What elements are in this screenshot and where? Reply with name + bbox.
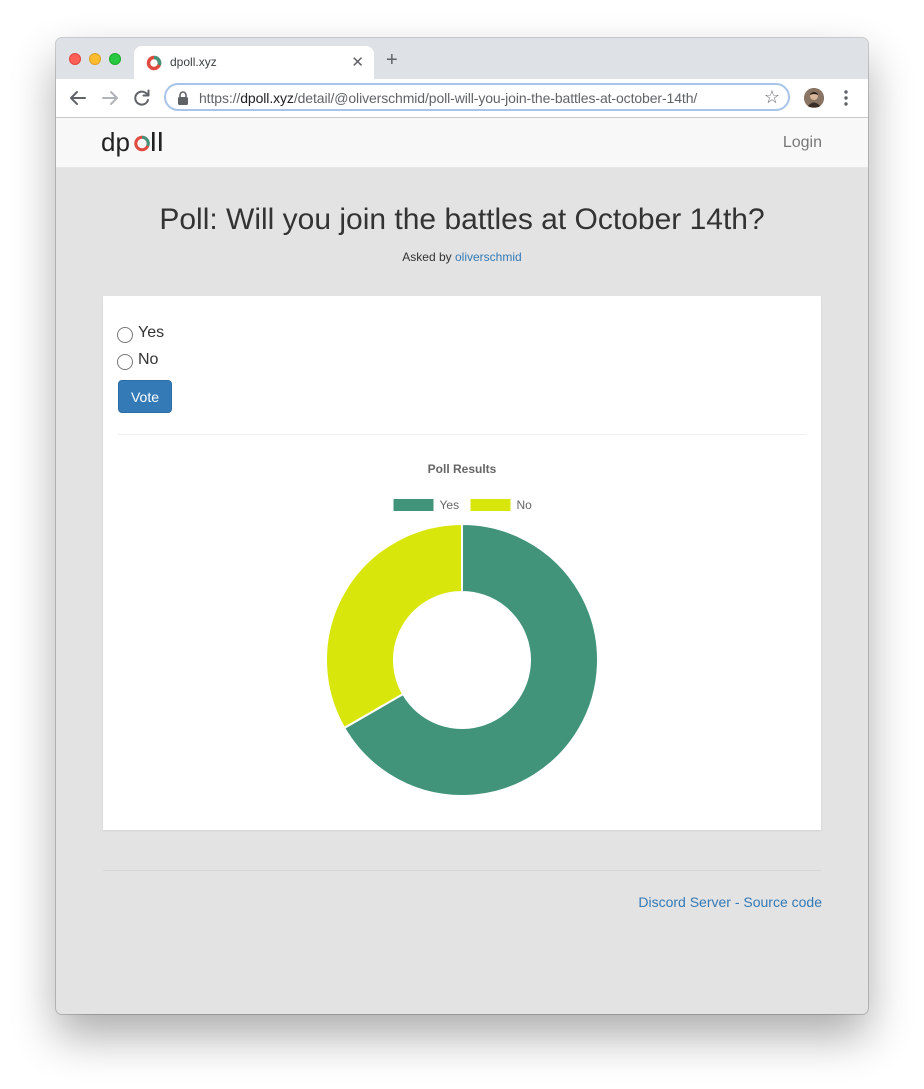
discord-server-link[interactable]: Discord Server xyxy=(638,894,731,910)
star-icon[interactable]: ☆ xyxy=(764,87,780,108)
source-code-link[interactable]: Source code xyxy=(743,894,822,910)
url-path: /detail/@oliverschmid/poll-will-you-join… xyxy=(293,90,698,106)
new-tab-button[interactable]: + xyxy=(386,50,398,70)
zoom-window-button[interactable] xyxy=(109,53,121,65)
legend-swatch-yes[interactable] xyxy=(393,499,434,511)
footer-divider xyxy=(103,870,821,871)
close-tab-icon[interactable]: ✕ xyxy=(351,53,364,71)
arrow-left-icon[interactable] xyxy=(67,87,89,109)
arrow-right-icon[interactable] xyxy=(99,87,121,109)
browser-window: dpoll.xyz ✕ + https://dpoll.xyz/detail/@… xyxy=(56,38,868,1014)
page-title: Poll: Will you join the battles at Octob… xyxy=(159,203,765,236)
poll-panel: Yes No Vote Poll Results Yes No xyxy=(103,296,821,830)
asked-by-line: Asked by oliverschmid xyxy=(56,250,868,264)
close-window-button[interactable] xyxy=(69,53,81,65)
avatar-icon xyxy=(804,88,824,108)
address-bar[interactable]: https://dpoll.xyz/detail/@oliverschmid/p… xyxy=(164,83,790,111)
asked-by-label: Asked by xyxy=(402,250,452,264)
legend-swatch-no[interactable] xyxy=(470,499,511,511)
kebab-menu-icon[interactable] xyxy=(840,88,852,108)
url-text: https://dpoll.xyz/detail/@oliverschmid/p… xyxy=(199,90,697,106)
browser-toolbar: https://dpoll.xyz/detail/@oliverschmid/p… xyxy=(56,79,868,118)
active-tab[interactable]: dpoll.xyz ✕ xyxy=(134,46,374,79)
slice-no[interactable] xyxy=(325,522,463,730)
dpoll-logo[interactable]: dp xyxy=(101,129,171,157)
footer-separator: - xyxy=(734,894,740,910)
chart-slices xyxy=(325,522,599,797)
url-host: dpoll.xyz xyxy=(240,90,294,106)
chart-legend: Yes No xyxy=(393,498,533,512)
poll-results-chart: Poll Results Yes No xyxy=(325,462,599,797)
legend-label-no: No xyxy=(517,498,533,512)
login-link[interactable]: Login xyxy=(783,134,822,152)
logo-ring-accent xyxy=(141,135,150,147)
option-yes-radio[interactable] xyxy=(117,327,133,343)
panel-divider xyxy=(118,434,806,435)
tab-title: dpoll.xyz xyxy=(170,55,217,69)
lock-icon xyxy=(178,91,188,105)
option-yes-label: Yes xyxy=(138,324,165,341)
reload-icon[interactable] xyxy=(131,87,153,109)
minimize-window-button[interactable] xyxy=(89,53,101,65)
tab-strip: dpoll.xyz ✕ + xyxy=(56,38,868,79)
logo-text-d: dp xyxy=(101,129,130,157)
url-scheme: https:// xyxy=(199,90,241,106)
dpoll-ring-icon xyxy=(146,55,162,71)
legend-label-yes: Yes xyxy=(440,498,460,512)
logo-letter-l1 xyxy=(152,132,155,151)
chart-title: Poll Results xyxy=(428,462,497,476)
logo-letter-l2 xyxy=(159,132,162,151)
site-navbar: dp Login xyxy=(56,118,868,168)
profile-avatar[interactable] xyxy=(804,88,824,108)
vote-button[interactable]: Vote xyxy=(118,380,172,413)
option-no-label: No xyxy=(138,351,159,368)
footer-links: Discord Server - Source code xyxy=(638,894,822,910)
author-link[interactable]: oliverschmid xyxy=(455,250,522,264)
option-no-radio[interactable] xyxy=(117,354,133,370)
